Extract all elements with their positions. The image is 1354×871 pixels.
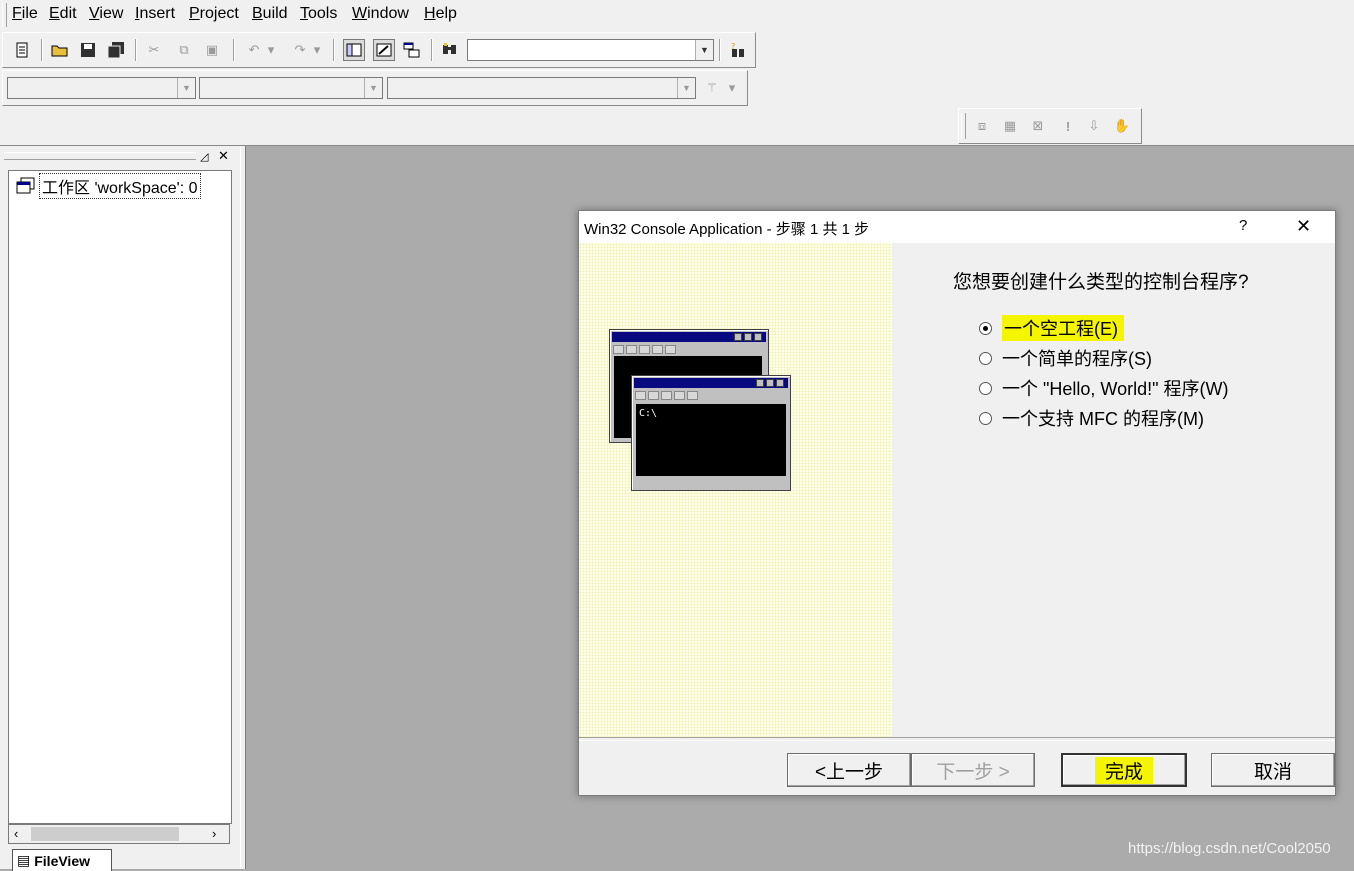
radio-empty-project[interactable]: 一个空工程(E) [979, 315, 1124, 341]
wizardbar-toolbar: ▼ ▼ ▼ ⚚ ▾ [2, 70, 748, 106]
breakpoint-hand-icon[interactable]: ✋ [1111, 115, 1133, 137]
radio-hello-world[interactable]: 一个 "Hello, World!" 程序(W) [979, 375, 1228, 401]
window-list-icon[interactable] [401, 39, 423, 61]
console-app-wizard-dialog: Win32 Console Application - 步骤 1 共 1 步 ?… [578, 210, 1336, 796]
chevron-down-icon[interactable]: ▼ [677, 78, 695, 98]
workspace-icon [16, 177, 35, 194]
menu-insert[interactable]: Insert [135, 4, 175, 24]
pane-grip [4, 152, 196, 160]
members-combo[interactable]: ▼ [387, 77, 696, 99]
option-label: 一个简单的程序(S) [1002, 349, 1152, 369]
save-icon[interactable] [77, 39, 99, 61]
find-combo[interactable]: ▼ [467, 39, 714, 61]
undo-icon[interactable]: ↶ [243, 39, 265, 61]
chevron-down-icon[interactable]: ▼ [177, 78, 195, 98]
toolbar-separator [333, 39, 335, 61]
toolbar-grip [961, 113, 966, 139]
horizontal-scrollbar[interactable]: ‹ › [8, 824, 230, 844]
toolbar-separator [431, 39, 433, 61]
tab-fileview-label: FileView [34, 852, 91, 869]
menu-file[interactable]: File [12, 4, 38, 24]
option-label: 一个 "Hello, World!" 程序(W) [1002, 379, 1229, 399]
close-pane-icon[interactable]: ✕ [218, 148, 229, 164]
svg-text:?: ? [731, 42, 735, 51]
menu-window[interactable]: Window [352, 4, 409, 24]
output-toggle-icon[interactable] [373, 39, 395, 61]
menu-bar: File Edit View Insert Project Build Tool… [0, 0, 1354, 30]
maximize-pane-icon[interactable]: ◿ [200, 150, 208, 163]
workspace-tree [8, 170, 232, 824]
file-list-icon: ▤ [17, 852, 31, 868]
redo-dropdown-icon[interactable]: ▾ [311, 39, 323, 61]
radio-mfc-support[interactable]: 一个支持 MFC 的程序(M) [979, 405, 1204, 431]
cancel-button[interactable]: 取消 [1211, 753, 1335, 787]
finish-label: 完成 [1094, 756, 1153, 784]
class-combo[interactable]: ▼ [7, 77, 196, 99]
find-in-files-icon[interactable] [439, 39, 461, 61]
cut-icon[interactable]: ✂ [143, 39, 165, 61]
menu-help[interactable]: Help [424, 4, 457, 24]
radio-button[interactable] [979, 411, 992, 425]
radio-button[interactable] [979, 321, 992, 335]
scroll-left-icon[interactable]: ‹ [14, 826, 18, 841]
dialog-titlebar: Win32 Console Application - 步骤 1 共 1 步 ?… [579, 211, 1335, 243]
menu-grip [2, 3, 7, 27]
menu-build[interactable]: Build [252, 4, 288, 24]
wizard-dropdown-icon[interactable]: ▾ [725, 77, 739, 99]
compile-icon[interactable]: ⧈ [971, 115, 993, 137]
option-label: 一个支持 MFC 的程序(M) [1002, 409, 1204, 429]
open-folder-icon[interactable] [49, 39, 71, 61]
menu-view[interactable]: View [89, 4, 123, 24]
finish-button[interactable]: 完成 [1061, 753, 1187, 787]
chevron-down-icon[interactable]: ▼ [695, 40, 713, 60]
toolbar-separator [41, 39, 43, 61]
toolbar-separator [719, 39, 721, 61]
menu-edit[interactable]: Edit [49, 4, 77, 24]
next-button[interactable]: 下一步 > [911, 753, 1035, 787]
radio-simple-program[interactable]: 一个简单的程序(S) [979, 345, 1152, 371]
radio-button[interactable] [979, 351, 992, 365]
menu-tools[interactable]: Tools [300, 4, 337, 24]
find-binoculars-icon[interactable]: ? [727, 39, 749, 61]
go-icon[interactable]: ⇩ [1083, 115, 1105, 137]
back-button[interactable]: <上一步 [787, 753, 911, 787]
tab-fileview[interactable]: ▤ FileView [12, 849, 112, 871]
workspace-tree-item[interactable]: 工作区 'workSpace': 0 [16, 173, 201, 199]
filter-combo[interactable]: ▼ [199, 77, 383, 99]
stop-build-icon[interactable]: ⊠ [1027, 115, 1049, 137]
execute-icon[interactable]: ! [1057, 115, 1079, 137]
wizard-wand-icon[interactable]: ⚚ [701, 77, 723, 99]
close-icon[interactable]: ✕ [1296, 216, 1316, 237]
workspace-label: 工作区 'workSpace': 0 [39, 173, 201, 199]
help-button[interactable]: ? [1239, 217, 1259, 234]
undo-dropdown-icon[interactable]: ▾ [265, 39, 277, 61]
console-window-illustration: C:\ [631, 375, 791, 491]
build-minibar: ⧈ ▦ ⊠ ! ⇩ ✋ [958, 108, 1142, 144]
toolbar-separator [233, 39, 235, 61]
wizard-question: 您想要创建什么类型的控制台程序? [953, 272, 1249, 293]
toolbar-separator [135, 39, 137, 61]
standard-toolbar: ✂ ⧉ ▣ ↶ ▾ ↷ ▾ ▼ ? [2, 32, 756, 68]
scroll-thumb[interactable] [31, 827, 179, 841]
build-icon[interactable]: ▦ [999, 115, 1021, 137]
save-all-icon[interactable] [105, 39, 127, 61]
option-label: 一个空工程(E) [1002, 315, 1124, 341]
new-file-icon[interactable] [11, 39, 33, 61]
scroll-right-icon[interactable]: › [212, 826, 216, 841]
redo-icon[interactable]: ↷ [289, 39, 311, 61]
watermark: https://blog.csdn.net/Cool2050 [1128, 840, 1331, 857]
pane-splitter[interactable] [240, 146, 246, 869]
console-prompt: C:\ [636, 404, 786, 476]
radio-button[interactable] [979, 381, 992, 395]
wizard-illustration-panel: C:\ [579, 243, 892, 737]
chevron-down-icon[interactable]: ▼ [364, 78, 382, 98]
toolbar-area: ✂ ⧉ ▣ ↶ ▾ ↷ ▾ ▼ ? ▼ ▼ ▼ ⚚ ▾ ⧈ ▦ ⊠ ! ⇩ ✋ [0, 30, 1354, 146]
dialog-title: Win32 Console Application - 步骤 1 共 1 步 [584, 221, 870, 238]
paste-icon[interactable]: ▣ [201, 39, 223, 61]
dialog-divider [579, 737, 1335, 741]
workspace-toggle-icon[interactable] [343, 39, 365, 61]
copy-icon[interactable]: ⧉ [173, 39, 195, 61]
menu-project[interactable]: Project [189, 4, 239, 24]
